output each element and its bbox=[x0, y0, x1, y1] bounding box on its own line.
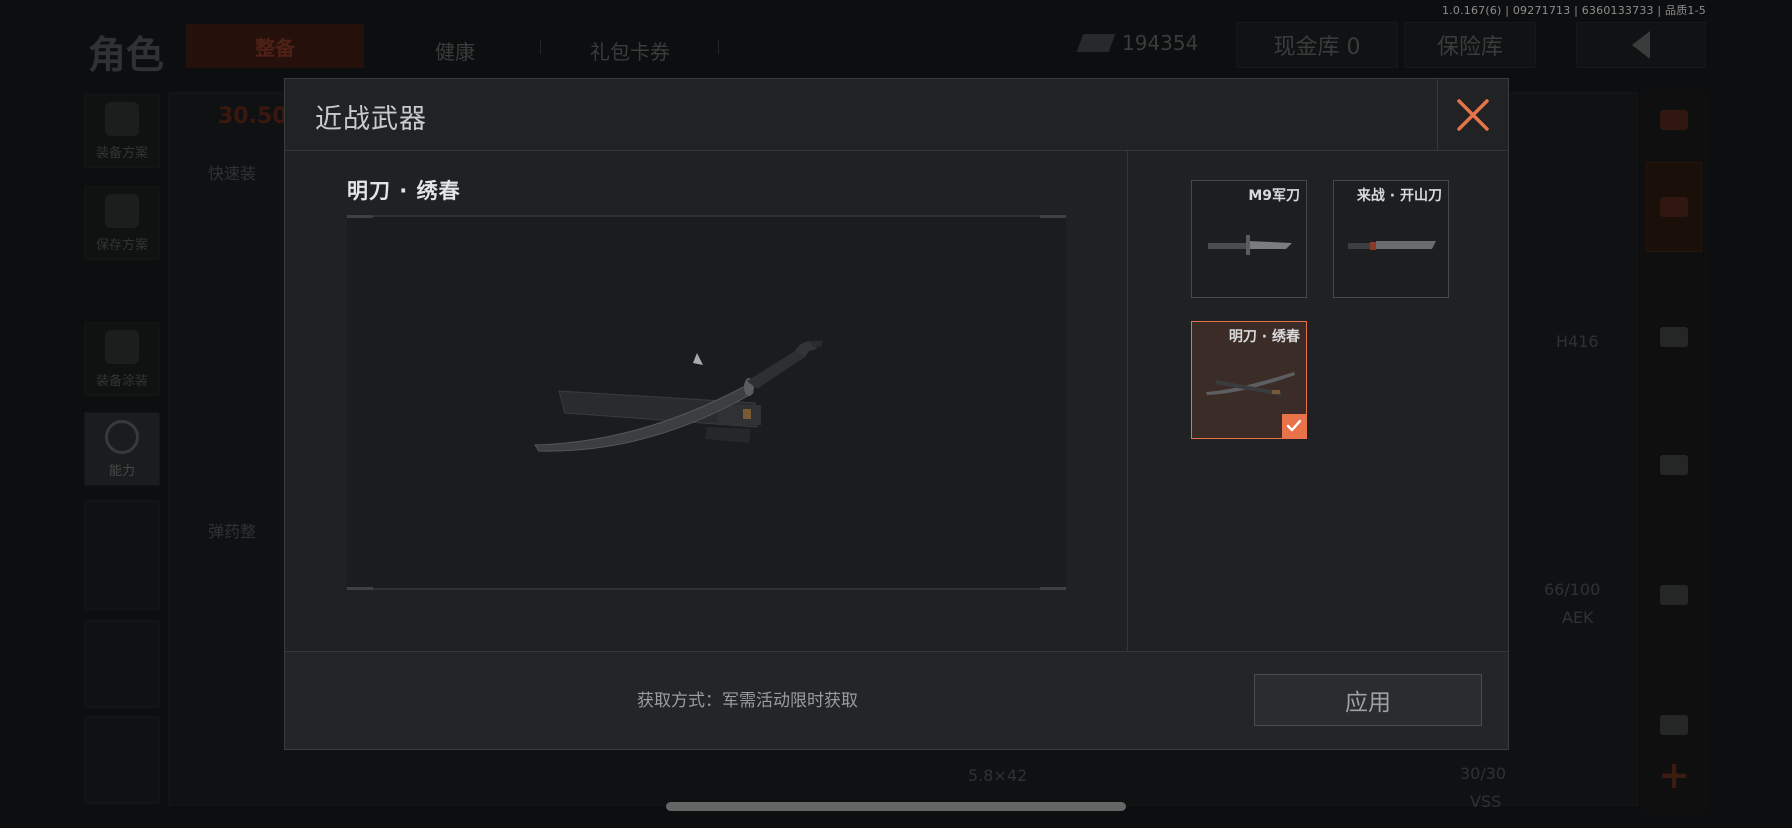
bayonet-icon bbox=[1208, 235, 1292, 255]
dialog-header: 近战武器 bbox=[285, 79, 1508, 151]
machete-icon bbox=[1348, 241, 1436, 250]
obtain-method-text: 获取方式：军需活动限时获取 bbox=[637, 691, 858, 711]
item-preview bbox=[347, 215, 1066, 590]
melee-weapon-dialog: 近战武器 明刀 · 绣春 M9军刀 来战 · 开山刀 明刀 · 绣春 获取方式：… bbox=[284, 78, 1509, 750]
close-icon bbox=[1457, 99, 1489, 131]
katana-icon bbox=[1206, 372, 1295, 396]
frame-corner bbox=[1040, 215, 1066, 218]
close-button[interactable] bbox=[1437, 79, 1508, 151]
item-card-label: 明刀 · 绣春 bbox=[1228, 329, 1300, 345]
item-card-label: 来战 · 开山刀 bbox=[1356, 188, 1442, 204]
selected-check bbox=[1282, 414, 1306, 438]
dialog-title: 近战武器 bbox=[315, 104, 427, 135]
item-grid: M9军刀 来战 · 开山刀 明刀 · 绣春 bbox=[1128, 151, 1508, 653]
selected-item-name: 明刀 · 绣春 bbox=[347, 179, 461, 203]
item-card-katana[interactable]: 明刀 · 绣春 bbox=[1191, 321, 1307, 439]
item-card-label: M9军刀 bbox=[1248, 188, 1300, 204]
dialog-footer: 获取方式：军需活动限时获取 应用 bbox=[285, 651, 1508, 749]
frame-corner bbox=[347, 215, 373, 218]
frame-corner bbox=[347, 587, 373, 590]
item-card-m9[interactable]: M9军刀 bbox=[1191, 180, 1307, 298]
check-icon bbox=[1286, 419, 1302, 432]
katana-icon bbox=[534, 341, 823, 452]
frame-corner bbox=[1040, 587, 1066, 590]
apply-button[interactable]: 应用 bbox=[1254, 674, 1482, 726]
item-card-machete[interactable]: 来战 · 开山刀 bbox=[1333, 180, 1449, 298]
item-detail-area: 明刀 · 绣春 bbox=[285, 151, 1128, 653]
